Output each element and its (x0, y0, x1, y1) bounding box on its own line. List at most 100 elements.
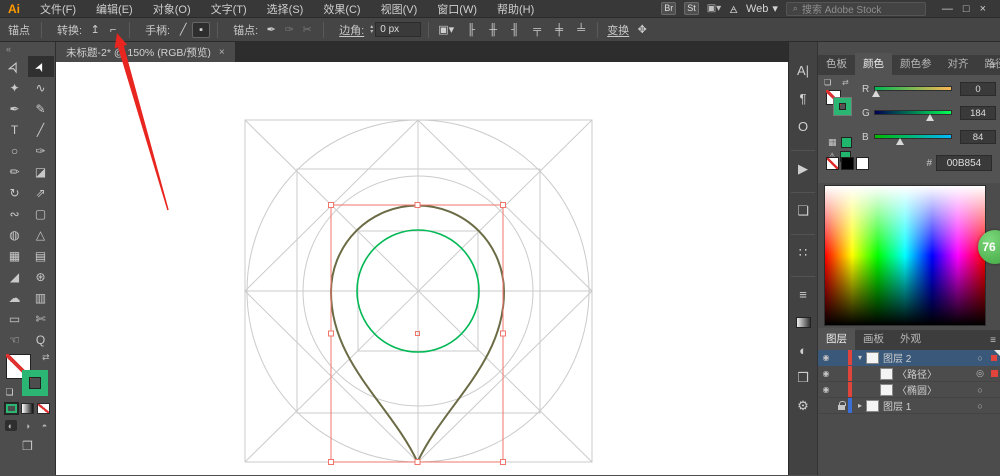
free-distort-icon[interactable]: ✥ (633, 22, 651, 37)
slider-handle-G[interactable] (926, 114, 934, 121)
magic-wand-tool[interactable]: ✦ (2, 77, 28, 98)
channel-slider-G[interactable] (874, 110, 952, 115)
layer-name[interactable]: 图层 1 (883, 398, 972, 413)
direct-selection-tool[interactable]: ➤ (28, 56, 54, 77)
none-button[interactable] (37, 403, 50, 414)
target-circle-icon[interactable]: ○ (972, 353, 988, 363)
convert-to-corner-icon[interactable]: ↥ (86, 22, 104, 37)
slider-handle-B[interactable] (896, 138, 904, 145)
pencil-tool[interactable]: ✏ (2, 161, 28, 182)
drawing-mode-2[interactable]: ◓ (39, 420, 51, 431)
gradient-tool[interactable]: ▤ (28, 245, 54, 266)
stroke-swatch-green[interactable] (22, 370, 48, 396)
fill-stroke-widget[interactable]: ❏ ⇄ (6, 354, 50, 398)
target-circle-icon[interactable]: ◎ (972, 368, 988, 379)
workspace-select[interactable]: Web ▾ (746, 2, 778, 15)
layer-thumbnail[interactable] (880, 384, 893, 396)
document-tab[interactable]: 未标题-2* @ 150% (RGB/预览) × (56, 42, 235, 62)
eraser-tool[interactable]: ◪ (28, 161, 54, 182)
selection-indicator[interactable] (991, 370, 998, 377)
expand-chevron-icon[interactable]: ▸ (854, 401, 866, 410)
bridge-icon[interactable]: Br (661, 2, 676, 15)
layer-thumbnail[interactable] (880, 368, 893, 380)
layer-row-path[interactable]: ◉ 〈路径〉 ◎ (818, 366, 1000, 382)
search-input[interactable]: ⌕ 搜索 Adobe Stock (786, 2, 926, 16)
graphic-styles-panel-icon[interactable]: ⚙ (791, 394, 815, 418)
swap-fill-stroke-icon[interactable]: ⇄ (42, 352, 50, 363)
artboard-canvas[interactable] (56, 62, 788, 475)
visibility-eye-icon[interactable]: ◉ (818, 353, 834, 362)
transparency-panel-icon[interactable]: ◐ (791, 338, 815, 362)
transform-panel-icon[interactable]: ∷ (791, 234, 815, 264)
corner-label[interactable]: 边角: (339, 22, 364, 38)
tab-close-icon[interactable]: × (219, 47, 225, 58)
stroke-panel-icon[interactable]: ≡ (791, 276, 815, 306)
white-swatch[interactable] (856, 157, 869, 170)
screen-mode-button[interactable]: ❒ (0, 439, 55, 453)
drawing-mode-0[interactable]: ◐ (5, 420, 17, 431)
default-fill-stroke-icon[interactable]: ❏ (824, 78, 831, 87)
lock-icon[interactable] (834, 402, 848, 410)
channel-slider-B[interactable] (874, 134, 952, 139)
color-spectrum[interactable] (824, 185, 986, 326)
web-safe-swatch[interactable] (841, 137, 852, 148)
menu-编辑(E)[interactable]: 编辑(E) (86, 1, 143, 17)
actions-panel-icon[interactable]: ▶ (791, 150, 815, 180)
align-to-artboard-dropdown[interactable]: ▣▾ (436, 22, 456, 37)
web-safe-icon[interactable]: ▦ (828, 137, 837, 148)
default-fill-stroke-icon[interactable]: ❏ (6, 387, 14, 398)
corner-stepper[interactable]: ▴▾ 0 px (370, 22, 421, 37)
channel-value-R[interactable]: 0 (960, 82, 996, 96)
blend-tool[interactable]: ⊛ (28, 266, 54, 287)
menu-视图(V)[interactable]: 视图(V) (371, 1, 428, 17)
lasso-tool[interactable]: ∿ (28, 77, 54, 98)
swap-fill-stroke-icon[interactable]: ⇄ (842, 78, 849, 87)
hex-value-field[interactable]: 00B854 (936, 155, 992, 171)
gradient-panel-icon[interactable] (791, 310, 815, 334)
visibility-eye-icon[interactable]: ◉ (818, 385, 834, 394)
layer-thumbnail[interactable] (866, 352, 879, 364)
tab-color-guide[interactable]: 颜色参 (892, 53, 940, 75)
corner-value-field[interactable]: 0 px (375, 22, 421, 37)
curvature-tool[interactable]: ✎ (28, 98, 54, 119)
selection-tool[interactable]: ➤ (2, 56, 28, 77)
tab-layers[interactable]: 图层 (818, 328, 855, 350)
hide-handles-icon[interactable]: ▪ (192, 22, 210, 38)
opentype-panel-icon[interactable]: O (791, 114, 815, 138)
tab-swatches[interactable]: 色板 (818, 53, 855, 75)
add-anchor-icon[interactable]: ✑ (280, 22, 298, 37)
transform-link[interactable]: 变换 (607, 22, 629, 38)
target-circle-icon[interactable]: ○ (972, 385, 988, 395)
selection-bbox[interactable] (329, 203, 506, 465)
stock-icon[interactable]: St (684, 2, 699, 15)
menu-对象(O)[interactable]: 对象(O) (143, 1, 201, 17)
gpu-performance-icon[interactable]: 🜁 (729, 0, 738, 19)
symbols-panel-icon[interactable]: ❒ (791, 366, 815, 390)
symbol-sprayer-tool[interactable]: ☁ (2, 287, 28, 308)
none-swatch[interactable] (826, 157, 839, 170)
artboard-tool[interactable]: ▭ (2, 308, 28, 329)
layer-row-2[interactable]: ◉ ▾ 图层 2 ○ (818, 350, 1000, 366)
show-handles-icon[interactable]: ╱ (174, 22, 192, 37)
shape-builder-tool[interactable]: ◍ (2, 224, 28, 245)
rotate-tool[interactable]: ↻ (2, 182, 28, 203)
restore-button[interactable]: □ (963, 3, 970, 15)
layer-name[interactable]: 〈路径〉 (897, 366, 972, 381)
zoom-tool[interactable]: Q (28, 329, 54, 350)
character-panel-icon[interactable]: A| (791, 58, 815, 82)
export-panel-icon[interactable]: ❏ (791, 192, 815, 222)
column-graph-tool[interactable]: ▥ (28, 287, 54, 308)
gradient-button[interactable] (21, 403, 34, 414)
minimize-button[interactable]: — (942, 3, 953, 15)
cut-path-icon[interactable]: ✂ (298, 22, 316, 37)
slice-tool[interactable]: ✄ (28, 308, 54, 329)
eyedropper-tool[interactable]: ◢ (2, 266, 28, 287)
drawing-mode-1[interactable]: ◑ (22, 420, 34, 431)
channel-value-G[interactable]: 184 (960, 106, 996, 120)
align-right-icon[interactable]: ╢ (506, 23, 524, 37)
ellipse-tool[interactable]: ○ (2, 140, 28, 161)
menu-窗口(W)[interactable]: 窗口(W) (427, 1, 487, 17)
scale-tool[interactable]: ⇗ (28, 182, 54, 203)
black-swatch[interactable] (841, 157, 854, 170)
align-top-icon[interactable]: ╤ (528, 23, 546, 37)
